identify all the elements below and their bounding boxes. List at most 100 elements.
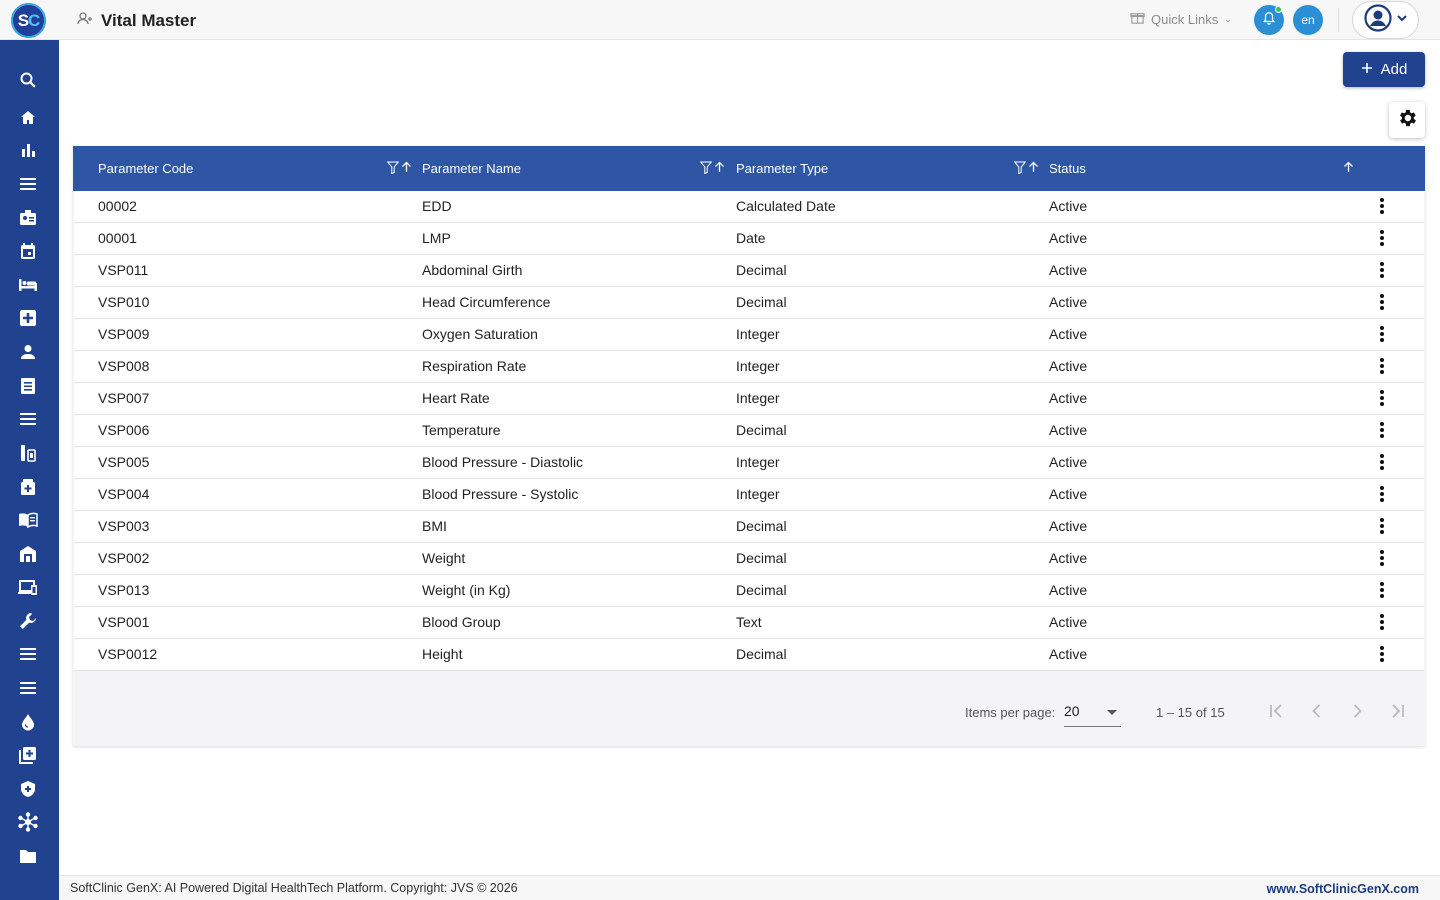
items-per-page-select[interactable]: 20 bbox=[1064, 697, 1121, 727]
row-actions-button[interactable] bbox=[1370, 611, 1394, 635]
row-actions-button[interactable] bbox=[1370, 547, 1394, 571]
filter-icon[interactable] bbox=[699, 161, 713, 177]
notification-badge bbox=[1275, 6, 1282, 13]
calendar-icon[interactable] bbox=[17, 240, 39, 262]
items-per-page-value: 20 bbox=[1064, 703, 1080, 719]
more-vertical-icon bbox=[1379, 421, 1385, 442]
row-actions-button[interactable] bbox=[1370, 643, 1394, 667]
sort-up-icon[interactable] bbox=[1343, 161, 1354, 176]
page-range-label: 1 – 15 of 15 bbox=[1156, 705, 1225, 720]
column-header-parameter-name[interactable]: Parameter Name bbox=[422, 146, 521, 191]
badge-icon[interactable] bbox=[17, 207, 39, 229]
previous-page-button[interactable] bbox=[1305, 701, 1329, 725]
folder-icon[interactable] bbox=[17, 845, 39, 867]
table-header: Parameter Code Parameter Name Parameter … bbox=[73, 146, 1425, 191]
list-icon[interactable] bbox=[17, 408, 39, 430]
table-row[interactable]: VSP003 BMI Decimal Active bbox=[74, 511, 1424, 543]
cell-status: Active bbox=[1049, 518, 1088, 534]
search-icon[interactable] bbox=[17, 69, 39, 91]
table-row[interactable]: VSP010 Head Circumference Decimal Active bbox=[74, 287, 1424, 319]
bed-icon[interactable] bbox=[17, 274, 39, 296]
more-vertical-icon bbox=[1379, 293, 1385, 314]
table-row[interactable]: VSP001 Blood Group Text Active bbox=[74, 607, 1424, 639]
last-page-button[interactable] bbox=[1385, 701, 1409, 725]
sort-up-icon[interactable] bbox=[401, 161, 412, 176]
table-row[interactable]: VSP011 Abdominal Girth Decimal Active bbox=[74, 255, 1424, 287]
language-button[interactable]: en bbox=[1293, 5, 1323, 35]
row-actions-button[interactable] bbox=[1370, 323, 1394, 347]
data-table: Parameter Code Parameter Name Parameter … bbox=[73, 146, 1425, 746]
column-tools-parameter-name bbox=[699, 146, 725, 191]
pharmacy-icon[interactable] bbox=[17, 476, 39, 498]
row-actions-button[interactable] bbox=[1370, 515, 1394, 539]
table-row[interactable]: 00001 LMP Date Active bbox=[74, 223, 1424, 255]
home-icon[interactable] bbox=[17, 106, 39, 128]
table-row[interactable]: 00002 EDD Calculated Date Active bbox=[74, 191, 1424, 223]
shield-icon[interactable] bbox=[17, 778, 39, 800]
first-page-button[interactable] bbox=[1265, 701, 1289, 725]
list-icon[interactable] bbox=[17, 677, 39, 699]
row-actions-button[interactable] bbox=[1370, 355, 1394, 379]
table-settings-button[interactable] bbox=[1389, 102, 1425, 138]
list-icon[interactable] bbox=[17, 173, 39, 195]
row-actions-button[interactable] bbox=[1370, 291, 1394, 315]
book-icon[interactable] bbox=[17, 509, 39, 531]
table-row[interactable]: VSP008 Respiration Rate Integer Active bbox=[74, 351, 1424, 383]
quick-links-menu[interactable]: Quick Links ⌄ bbox=[1130, 10, 1232, 28]
cell-parameter-type: Decimal bbox=[736, 582, 787, 598]
footer: SoftClinic GenX: AI Powered Digital Heal… bbox=[59, 875, 1440, 900]
caret-down-icon bbox=[1107, 710, 1117, 715]
bar-chart-icon[interactable] bbox=[17, 139, 39, 161]
column-header-status[interactable]: Status bbox=[1049, 146, 1086, 191]
table-row[interactable]: VSP007 Heart Rate Integer Active bbox=[74, 383, 1424, 415]
blood-drop-icon[interactable] bbox=[17, 711, 39, 733]
add-library-icon[interactable] bbox=[17, 744, 39, 766]
row-actions-button[interactable] bbox=[1370, 451, 1394, 475]
table-row[interactable]: VSP013 Weight (in Kg) Decimal Active bbox=[74, 575, 1424, 607]
cell-parameter-name: Heart Rate bbox=[422, 390, 490, 406]
table-row[interactable]: VSP005 Blood Pressure - Diastolic Integer A… bbox=[74, 447, 1424, 479]
filter-icon[interactable] bbox=[386, 161, 400, 177]
table-row[interactable]: VSP0012 Height Decimal Active bbox=[74, 639, 1424, 671]
more-vertical-icon bbox=[1379, 549, 1385, 570]
row-actions-button[interactable] bbox=[1370, 387, 1394, 411]
notifications-button[interactable] bbox=[1254, 5, 1284, 35]
sort-up-icon[interactable] bbox=[1028, 161, 1039, 176]
profile-menu-button[interactable] bbox=[1352, 1, 1419, 39]
cell-parameter-type: Integer bbox=[736, 390, 780, 406]
cell-parameter-name: Weight bbox=[422, 550, 466, 566]
lab-icon[interactable] bbox=[17, 442, 39, 464]
document-icon[interactable] bbox=[17, 375, 39, 397]
table-row[interactable]: VSP004 Blood Pressure - Systolic Integer Ac… bbox=[74, 479, 1424, 511]
devices-icon[interactable] bbox=[17, 577, 39, 599]
column-header-parameter-code[interactable]: Parameter Code bbox=[98, 146, 193, 191]
hub-icon[interactable] bbox=[17, 811, 39, 833]
more-vertical-icon bbox=[1379, 517, 1385, 538]
store-icon[interactable] bbox=[17, 543, 39, 565]
column-tools-parameter-code bbox=[386, 146, 412, 191]
app-logo[interactable]: SC bbox=[11, 3, 46, 38]
table-row[interactable]: VSP002 Weight Decimal Active bbox=[74, 543, 1424, 575]
sort-up-icon[interactable] bbox=[714, 161, 725, 176]
person-icon[interactable] bbox=[17, 341, 39, 363]
table-row[interactable]: VSP009 Oxygen Saturation Integer Active bbox=[74, 319, 1424, 351]
row-actions-button[interactable] bbox=[1370, 195, 1394, 219]
row-actions-button[interactable] bbox=[1370, 579, 1394, 603]
footer-website-link[interactable]: www.SoftClinicGenX.com bbox=[1267, 882, 1419, 896]
cell-parameter-type: Decimal bbox=[736, 550, 787, 566]
column-header-parameter-type[interactable]: Parameter Type bbox=[736, 146, 828, 191]
row-actions-button[interactable] bbox=[1370, 227, 1394, 251]
wrench-icon[interactable] bbox=[17, 610, 39, 632]
add-button[interactable]: Add bbox=[1343, 52, 1425, 87]
cell-status: Active bbox=[1049, 614, 1088, 630]
row-actions-button[interactable] bbox=[1370, 483, 1394, 507]
cell-parameter-code: VSP010 bbox=[98, 294, 150, 310]
row-actions-button[interactable] bbox=[1370, 419, 1394, 443]
next-page-button[interactable] bbox=[1345, 701, 1369, 725]
cell-status: Active bbox=[1049, 230, 1088, 246]
filter-icon[interactable] bbox=[1013, 161, 1027, 177]
table-row[interactable]: VSP006 Temperature Decimal Active bbox=[74, 415, 1424, 447]
row-actions-button[interactable] bbox=[1370, 259, 1394, 283]
list-icon[interactable] bbox=[17, 643, 39, 665]
medical-plus-icon[interactable] bbox=[17, 307, 39, 329]
